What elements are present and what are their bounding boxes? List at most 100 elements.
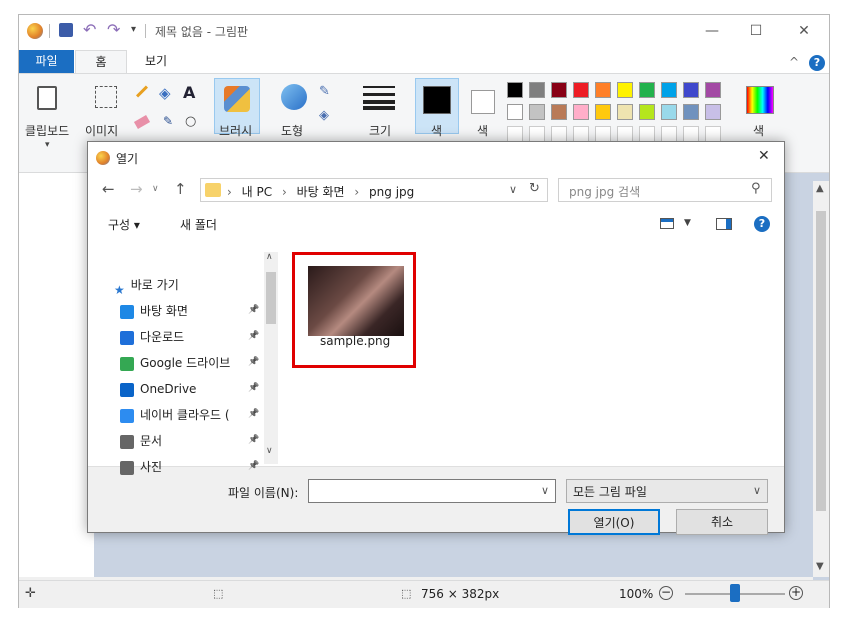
color-swatch[interactable] [683, 104, 699, 120]
file-type-select[interactable]: 모든 그림 파일 ∨ [566, 479, 768, 503]
organize-button[interactable]: 구성 ▾ [108, 216, 140, 233]
scroll-down-icon[interactable]: ▼ [816, 561, 824, 572]
clipboard-button[interactable]: 클립보드 [25, 122, 69, 139]
address-dropdown-icon[interactable]: ∨ [509, 183, 517, 196]
undo-icon[interactable]: ↶ [83, 20, 96, 39]
color-swatch[interactable] [529, 104, 545, 120]
minimize-button[interactable]: — [697, 20, 727, 42]
filename-dropdown-icon[interactable]: ∨ [541, 484, 549, 497]
nav-item[interactable]: 다운로드 [120, 326, 184, 348]
fill-icon[interactable]: ◈ [159, 84, 171, 102]
nav-item[interactable]: 네이버 클라우드 ( [120, 404, 230, 426]
color-swatch[interactable] [595, 82, 611, 98]
help-icon[interactable]: ? [809, 55, 825, 71]
preview-pane-icon[interactable] [716, 218, 732, 230]
save-icon[interactable] [59, 23, 73, 37]
text-icon[interactable]: A [183, 83, 195, 102]
color-swatch[interactable] [573, 126, 589, 142]
color-swatch[interactable] [661, 82, 677, 98]
color-swatch[interactable] [507, 82, 523, 98]
quick-access-item[interactable]: ★ 바로 가기 [114, 274, 179, 297]
breadcrumb-current-folder[interactable]: png jpg [369, 185, 414, 199]
select-icon[interactable] [95, 86, 117, 108]
color-swatch[interactable] [529, 82, 545, 98]
eraser-icon[interactable] [133, 115, 151, 129]
scroll-thumb[interactable] [816, 211, 826, 511]
color-swatch[interactable] [639, 104, 655, 120]
back-icon[interactable]: ← [102, 180, 115, 198]
search-box[interactable]: png jpg 검색 ⚲ [558, 178, 772, 202]
color-swatch[interactable] [617, 104, 633, 120]
color-swatch[interactable] [661, 104, 677, 120]
color-swatch[interactable] [705, 126, 721, 142]
color-swatch[interactable] [617, 126, 633, 142]
nav-item[interactable]: OneDrive [120, 378, 196, 400]
pin-icon[interactable]: 📌 [248, 409, 259, 419]
nav-item[interactable]: Google 드라이브 [120, 352, 230, 374]
outline-icon[interactable]: ✎ [319, 84, 330, 99]
paint-app-icon[interactable] [27, 23, 43, 39]
magnifier-icon[interactable]: ○ [185, 114, 196, 129]
quick-access-dropdown-icon[interactable]: ▾ [131, 24, 136, 35]
color-swatch[interactable] [595, 104, 611, 120]
open-button[interactable]: 열기(O) [568, 509, 660, 535]
cancel-button[interactable]: 취소 [676, 509, 768, 535]
color-swatch[interactable] [551, 82, 567, 98]
close-button[interactable]: ✕ [789, 20, 819, 42]
pin-icon[interactable]: 📌 [248, 357, 259, 367]
color-swatch[interactable] [595, 126, 611, 142]
tab-view[interactable]: 보기 [131, 50, 181, 73]
drawing-canvas[interactable] [19, 173, 94, 577]
scroll-up-icon[interactable]: ▲ [816, 183, 824, 194]
color-swatch[interactable] [705, 104, 721, 120]
chevron-down-icon[interactable]: ▾ [45, 140, 50, 150]
redo-icon[interactable]: ↷ [107, 20, 120, 39]
color-swatch[interactable] [661, 126, 677, 142]
shape-fill-icon[interactable]: ◈ [319, 108, 329, 123]
color-picker-icon[interactable]: ✎ [163, 114, 173, 128]
color-swatch[interactable] [639, 82, 655, 98]
scroll-thumb[interactable] [266, 272, 276, 324]
color-swatch[interactable] [551, 104, 567, 120]
help-icon[interactable]: ? [754, 216, 770, 232]
zoom-slider-thumb[interactable] [730, 584, 740, 602]
up-icon[interactable]: ↑ [174, 180, 187, 198]
nav-item[interactable]: 사진 [120, 456, 162, 478]
nav-item[interactable]: 문서 [120, 430, 162, 452]
pin-icon[interactable]: 📌 [248, 383, 259, 393]
recent-locations-icon[interactable]: ∨ [152, 184, 159, 194]
vertical-scrollbar[interactable]: ▲ ▼ [813, 181, 829, 577]
zoom-in-icon[interactable]: + [789, 586, 803, 600]
image-button[interactable]: 이미지 [85, 122, 118, 139]
color-swatch[interactable] [617, 82, 633, 98]
shapes-button[interactable]: 도형 [281, 122, 303, 139]
collapse-ribbon-icon[interactable]: ^ [789, 55, 799, 69]
maximize-button[interactable]: ☐ [741, 20, 771, 42]
breadcrumb-desktop[interactable]: 바탕 화면 [297, 185, 345, 199]
size-icon[interactable] [363, 86, 395, 110]
file-thumbnail[interactable] [308, 266, 404, 336]
pin-icon[interactable]: 📌 [248, 461, 259, 471]
tab-file[interactable]: 파일 [19, 50, 74, 73]
edit-colors-icon[interactable] [746, 86, 774, 114]
color-swatch[interactable] [529, 126, 545, 142]
size-button[interactable]: 크기 [369, 122, 391, 139]
pin-icon[interactable]: 📌 [248, 331, 259, 341]
tab-home[interactable]: 홈 [75, 50, 127, 73]
pencil-icon[interactable] [135, 85, 149, 98]
breadcrumb-this-pc[interactable]: 내 PC [242, 185, 272, 199]
file-type-dropdown-icon[interactable]: ∨ [753, 484, 761, 497]
address-bar[interactable]: › 내 PC › 바탕 화면 › png jpg ∨ ↻ [200, 178, 548, 202]
filename-input[interactable]: ∨ [308, 479, 556, 503]
color-swatch[interactable] [573, 82, 589, 98]
color-swatch[interactable] [573, 104, 589, 120]
color2-swatch[interactable] [471, 90, 495, 114]
nav-item[interactable]: 바탕 화면 [120, 300, 188, 322]
color-swatch[interactable] [507, 126, 523, 142]
refresh-icon[interactable]: ↻ [529, 181, 540, 196]
forward-icon[interactable]: → [130, 180, 143, 198]
pin-icon[interactable]: 📌 [248, 305, 259, 315]
change-view-icon[interactable] [660, 218, 674, 229]
nav-pane-scrollbar[interactable]: ∧ ∨ [264, 252, 278, 464]
view-options-dropdown-icon[interactable]: ▼ [684, 218, 691, 228]
